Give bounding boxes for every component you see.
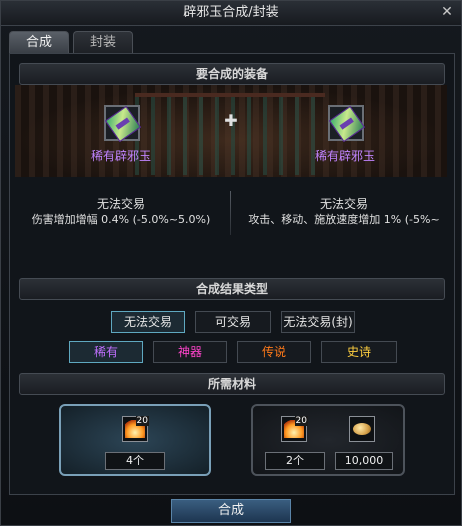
left-item-slot[interactable] bbox=[104, 105, 142, 143]
right-item-name: 稀有辟邪玉 bbox=[314, 149, 375, 163]
rarity-option-epic[interactable]: 史诗 bbox=[321, 341, 397, 363]
rarity-option-legendary[interactable]: 传说 bbox=[237, 341, 311, 363]
right-trade-status: 无法交易 bbox=[319, 197, 368, 211]
material-count: 4个 bbox=[105, 452, 165, 470]
stats-divider bbox=[230, 191, 231, 235]
close-icon[interactable]: ✕ bbox=[439, 4, 455, 20]
title-bar[interactable]: 辟邪玉合成/封装 ✕ bbox=[1, 1, 461, 26]
material-level-badge: 20 bbox=[294, 416, 308, 426]
gold-slot bbox=[349, 416, 375, 442]
right-effect-text: 攻击、移动、施放速度增加 1% (-5%~ bbox=[248, 213, 440, 226]
tab-compose[interactable]: 合成 bbox=[9, 31, 69, 53]
jade-amulet-icon bbox=[328, 105, 366, 143]
result-section-header: 合成结果类型 bbox=[19, 278, 445, 300]
left-trade-status: 无法交易 bbox=[96, 197, 145, 211]
plus-icon: ✚ bbox=[224, 111, 238, 130]
trade-option-sealed[interactable]: 无法交易(封) bbox=[281, 311, 355, 333]
equip-section-header: 要合成的装备 bbox=[19, 63, 445, 85]
rarity-option-artifact[interactable]: 神器 bbox=[153, 341, 227, 363]
material-level-badge: 20 bbox=[135, 416, 149, 426]
left-item-name: 稀有辟邪玉 bbox=[90, 149, 151, 163]
material-slot: 20 bbox=[122, 416, 149, 442]
right-item-slot[interactable] bbox=[328, 105, 366, 143]
materials-section-header: 所需材料 bbox=[19, 373, 445, 395]
gold-amount: 10,000 bbox=[335, 452, 393, 470]
material-option-b[interactable]: 20 2个 10,000 bbox=[251, 404, 405, 476]
window-title: 辟邪玉合成/封装 bbox=[183, 5, 279, 20]
left-effect-text: 伤害增加增幅 0.4% (-5.0%~5.0%) bbox=[31, 213, 211, 226]
material-count: 2个 bbox=[265, 452, 325, 470]
compose-button[interactable]: 合成 bbox=[171, 499, 291, 523]
trade-option-untradable[interactable]: 无法交易 bbox=[111, 311, 185, 333]
compose-window: 辟邪玉合成/封装 ✕ 合成 封装 要合成的装备 稀有辟邪玉 ✚ 稀有辟邪玉 无法… bbox=[0, 0, 462, 526]
material-option-a[interactable]: 20 4个 bbox=[59, 404, 211, 476]
jade-amulet-icon bbox=[104, 105, 142, 143]
tab-seal[interactable]: 封装 bbox=[73, 31, 133, 53]
gold-coins-icon bbox=[353, 423, 371, 435]
rarity-option-rare[interactable]: 稀有 bbox=[69, 341, 143, 363]
trade-option-tradable[interactable]: 可交易 bbox=[195, 311, 271, 333]
material-slot: 20 bbox=[281, 416, 308, 442]
